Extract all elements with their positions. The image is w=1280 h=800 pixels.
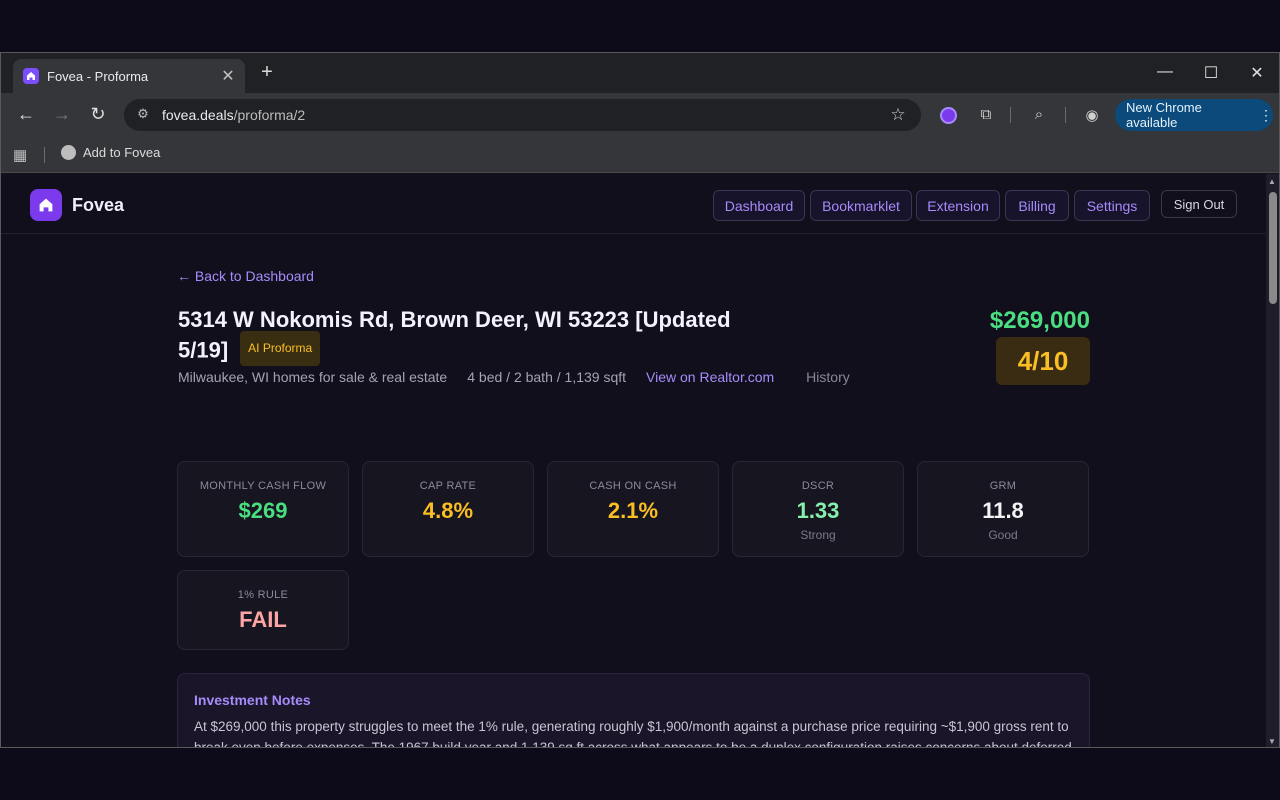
browser-tab[interactable]: Fovea - Proforma ✕ bbox=[13, 59, 245, 93]
tab-search-icon[interactable]: ⌕ bbox=[1029, 106, 1049, 123]
bookmarks-divider bbox=[44, 147, 45, 163]
profile-icon[interactable]: ◉ bbox=[1082, 106, 1102, 124]
maximize-icon[interactable]: ☐ bbox=[1201, 63, 1221, 83]
bookmark-star-icon[interactable]: ☆ bbox=[887, 105, 909, 125]
browser-toolbar: ← → ↻ ⚙ fovea.deals/proforma/2 ☆ ⧉ ⌕ ◉ N… bbox=[1, 93, 1279, 137]
scroll-up-arrow-icon[interactable]: ▲ bbox=[1268, 177, 1276, 186]
metric-label: MONTHLY CASH FLOW bbox=[199, 480, 327, 492]
site-info-icon[interactable]: ⚙ bbox=[134, 106, 152, 124]
brand-name[interactable]: Fovea bbox=[72, 195, 124, 216]
metric-card-grm: GRM 11.8 Good bbox=[917, 461, 1089, 557]
toolbar-divider bbox=[1010, 107, 1011, 123]
metric-card-cap-rate: CAP RATE 4.8% bbox=[362, 461, 534, 557]
extensions-puzzle-icon[interactable]: ⧉ bbox=[976, 106, 996, 123]
metric-value: FAIL bbox=[239, 607, 287, 632]
metric-value: 11.8 bbox=[982, 498, 1024, 523]
history-link[interactable]: History bbox=[806, 369, 850, 385]
metric-card-cash-on-cash: CASH ON CASH 2.1% bbox=[547, 461, 719, 557]
reload-icon[interactable]: ↻ bbox=[87, 104, 109, 125]
property-title: 5314 W Nokomis Rd, Brown Deer, WI 53223 … bbox=[178, 305, 758, 369]
minimize-icon[interactable]: — bbox=[1155, 63, 1175, 81]
metric-card-cash-flow: MONTHLY CASH FLOW $269 bbox=[177, 461, 349, 557]
tab-title: Fovea - Proforma bbox=[47, 68, 149, 84]
kebab-menu-icon[interactable]: ⋮ bbox=[1259, 107, 1273, 124]
metric-value: 1.33 bbox=[796, 498, 840, 523]
notes-body: At $269,000 this property struggles to m… bbox=[194, 719, 1072, 748]
nav-extension[interactable]: Extension bbox=[916, 190, 1000, 221]
back-to-dashboard-link[interactable]: ← Back to Dashboard bbox=[177, 268, 314, 284]
update-label: New Chrome available bbox=[1126, 100, 1202, 130]
metric-value: 4.8% bbox=[422, 498, 474, 523]
browser-window: Fovea - Proforma ✕ + — ☐ ✕ ← → ↻ ⚙ fovea… bbox=[0, 52, 1280, 748]
bookmark-add-to-fovea[interactable]: Add to Fovea bbox=[61, 145, 160, 160]
metric-label: CAP RATE bbox=[419, 480, 477, 492]
metric-card-one-percent-rule: 1% RULE FAIL bbox=[177, 570, 349, 650]
bookmark-label: Add to Fovea bbox=[83, 145, 161, 160]
bookmarks-bar: ▦ Add to Fovea bbox=[1, 137, 1279, 173]
forward-arrow-icon[interactable]: → bbox=[51, 104, 73, 125]
apps-grid-icon[interactable]: ▦ bbox=[13, 146, 27, 164]
property-specs: 4 bed / 2 bath / 1,139 sqft bbox=[467, 369, 627, 385]
new-tab-icon[interactable]: + bbox=[257, 61, 277, 84]
back-arrow-icon[interactable]: ← bbox=[15, 104, 37, 125]
scroll-thumb[interactable] bbox=[1269, 192, 1277, 304]
metric-label: 1% RULE bbox=[237, 589, 289, 601]
nav-billing[interactable]: Billing bbox=[1005, 190, 1069, 221]
close-window-icon[interactable]: ✕ bbox=[1247, 63, 1267, 83]
property-location: Milwaukee, WI homes for sale & real esta… bbox=[178, 369, 448, 385]
metric-label: CASH ON CASH bbox=[589, 480, 677, 492]
sign-out-button[interactable]: Sign Out bbox=[1161, 190, 1237, 218]
property-price: $269,000 bbox=[989, 307, 1090, 334]
nav-dashboard[interactable]: Dashboard bbox=[713, 190, 805, 221]
metric-label: DSCR bbox=[801, 480, 835, 492]
address-bar[interactable]: ⚙ fovea.deals/proforma/2 ☆ bbox=[124, 99, 921, 131]
page-scrollbar[interactable]: ▲ ▼ bbox=[1266, 174, 1279, 747]
metric-card-dscr: DSCR 1.33 Strong bbox=[732, 461, 904, 557]
globe-icon bbox=[61, 145, 76, 160]
notes-title: Investment Notes bbox=[194, 692, 311, 708]
fovea-favicon-icon bbox=[23, 68, 39, 84]
ai-proforma-badge: AI Proforma bbox=[240, 331, 321, 366]
fovea-logo-icon[interactable] bbox=[30, 189, 62, 221]
metric-label: GRM bbox=[989, 480, 1017, 492]
metric-value: 2.1% bbox=[607, 498, 659, 523]
page-content: Fovea Dashboard Bookmarklet Extension Bi… bbox=[1, 174, 1266, 748]
investment-notes-panel: Investment Notes At $269,000 this proper… bbox=[177, 673, 1090, 748]
metric-value: $269 bbox=[238, 498, 288, 523]
scroll-down-arrow-icon[interactable]: ▼ bbox=[1268, 737, 1276, 746]
extension-fovea-icon[interactable] bbox=[940, 107, 957, 124]
deal-score-badge: 4/10 bbox=[996, 337, 1090, 385]
metric-sublabel: Strong bbox=[800, 528, 836, 542]
nav-bookmarklet[interactable]: Bookmarklet bbox=[810, 190, 912, 221]
toolbar-divider bbox=[1065, 107, 1066, 123]
nav-settings[interactable]: Settings bbox=[1074, 190, 1150, 221]
property-meta: Milwaukee, WI homes for sale & real esta… bbox=[178, 369, 870, 385]
title-bar: Fovea - Proforma ✕ + — ☐ ✕ bbox=[1, 53, 1279, 93]
chrome-update-button[interactable]: New Chrome available ⋮ bbox=[1115, 99, 1273, 131]
url-text[interactable]: fovea.deals/proforma/2 bbox=[162, 107, 887, 123]
app-header: Fovea Dashboard Bookmarklet Extension Bi… bbox=[1, 174, 1266, 234]
metric-sublabel: Good bbox=[988, 528, 1018, 542]
realtor-link[interactable]: View on Realtor.com bbox=[646, 369, 774, 385]
close-tab-icon[interactable]: ✕ bbox=[219, 66, 237, 86]
